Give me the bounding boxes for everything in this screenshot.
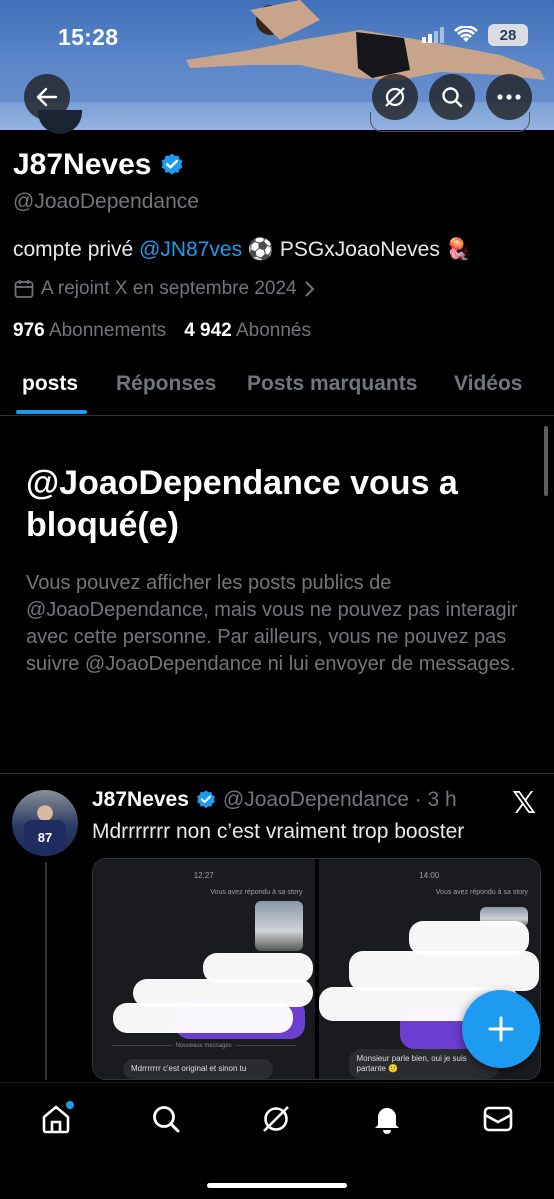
verified-badge-icon [197,790,215,809]
redaction-scribble [113,1003,293,1033]
bio-prefix: compte privé [13,238,140,261]
profile-avatar[interactable] [38,110,82,134]
following-count: 976 [13,320,45,341]
wifi-icon [454,26,478,42]
joined-text: A rejoint X en septembre 2024 [41,278,297,299]
chevron-right-icon [304,281,315,297]
nav-search[interactable] [146,1099,186,1139]
following-link[interactable]: 976 Abonnements [13,320,166,342]
post-author-name[interactable]: J87Neves [92,788,189,812]
home-indicator[interactable] [207,1183,347,1188]
post-header: J87Neves @JoaoDependance · 3 h [92,788,457,812]
active-tab-indicator [16,410,87,414]
mail-icon [483,1106,513,1132]
profile-handle: @JoaoDependance [13,190,199,213]
grok-icon [263,1106,289,1132]
post-text: Mdrrrrrrr non c’est vraiment trop booste… [92,820,465,843]
notification-dot [66,1101,74,1109]
scrollbar[interactable] [544,426,548,496]
followers-link[interactable]: 4 942 Abonnés [184,320,311,342]
post-avatar[interactable]: 87 [12,790,78,856]
new-messages-divider: Nouveaux messages [103,1043,305,1049]
redaction-scribble [408,921,529,955]
screenshot-replied-text: Vous avez répondu à sa story [435,889,528,896]
redaction-scribble [348,951,539,991]
profile-joined-row[interactable]: A rejoint X en septembre 2024 [13,278,315,300]
profile-stats: 976 Abonnements 4 942 Abonnés [13,320,311,342]
bottom-navigation [0,1082,554,1199]
status-icons: 28 [422,24,528,46]
post-handle-time: @JoaoDependance · 3 h [222,788,457,811]
compose-post-button[interactable] [462,990,540,1068]
profile-bio: compte privé @JN87ves ⚽ PSGxJoaoNeves 🪼 [13,238,472,262]
screenshot-message: Mdrrrrrrr c'est original et sinon tu [123,1059,273,1079]
blocked-title: @JoaoDependance vous a bloqué(e) [26,464,458,544]
calendar-icon [14,280,34,298]
display-name-text: J87Neves [13,148,152,181]
grok-icon [385,87,405,107]
profile-action-button[interactable] [370,112,530,132]
nav-notifications[interactable] [367,1099,407,1139]
profile-display-name: J87Neves [13,148,185,182]
tab-posts[interactable]: posts [22,372,78,396]
nav-home[interactable] [36,1099,76,1139]
bio-mention-link[interactable]: @JN87ves [139,238,242,261]
bio-suffix: ⚽ PSGxJoaoNeves 🪼 [242,238,472,261]
bell-icon [375,1108,399,1134]
story-thumbnail [254,901,303,951]
profile-tabs: posts Réponses Posts marquants Vidéos [0,360,554,416]
back-arrow-icon [36,87,58,107]
signal-icon [422,27,444,43]
avatar-jersey-number: 87 [24,820,66,856]
followers-count: 4 942 [184,320,232,341]
following-label: Abonnements [48,320,167,341]
x-logo-icon: 𝕏 [512,787,537,820]
tab-videos[interactable]: Vidéos [454,372,522,396]
more-icon [497,94,521,100]
status-time: 15:28 [58,24,119,50]
screenshot-time: 14:00 [419,871,440,880]
profile-banner[interactable] [0,0,554,130]
tab-replies[interactable]: Réponses [116,372,216,396]
plus-icon [488,1016,514,1042]
screenshot-replied-text: Vous avez répondu à sa story [210,889,303,896]
verified-badge-icon[interactable] [159,152,185,178]
tab-highlights[interactable]: Posts marquants [247,372,417,396]
section-divider [0,773,554,774]
nav-grok[interactable] [256,1099,296,1139]
search-icon [153,1106,180,1133]
media-screenshot-1[interactable]: 12:27 Vous avez répondu à sa story Nouve… [93,859,315,1079]
nav-messages[interactable] [478,1099,518,1139]
thread-line [45,862,47,1080]
blocked-description: Vous pouvez afficher les posts publics d… [26,572,518,675]
followers-label: Abonnés [235,320,311,341]
search-icon [442,87,463,108]
screenshot-time: 12:27 [193,871,214,880]
battery-indicator: 28 [488,24,528,46]
